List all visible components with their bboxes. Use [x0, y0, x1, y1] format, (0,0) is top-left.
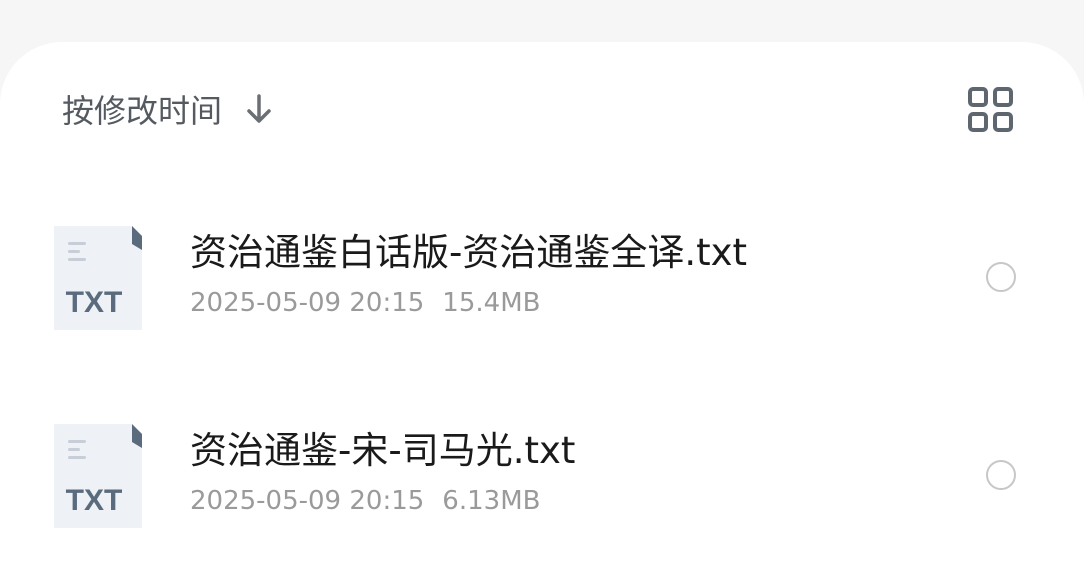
txt-file-icon: TXT — [54, 226, 142, 330]
svg-text:TXT: TXT — [66, 484, 123, 517]
file-name: 资治通鉴-宋-司马光.txt — [190, 429, 576, 472]
file-list-item[interactable]: TXT 资治通鉴-宋-司马光.txt 2025-05-09 20:15 6.13M… — [0, 418, 1084, 538]
file-meta: 2025-05-09 20:15 15.4MB — [190, 288, 540, 318]
txt-file-icon: TXT — [54, 424, 142, 528]
grid-view-icon[interactable] — [966, 86, 1016, 134]
sort-label: 按修改时间 — [62, 92, 223, 130]
file-size: 15.4MB — [442, 288, 541, 318]
sort-by-modified-button[interactable]: 按修改时间 — [62, 86, 274, 132]
file-size: 6.13MB — [442, 486, 541, 516]
select-checkbox[interactable] — [986, 460, 1016, 490]
select-checkbox[interactable] — [986, 262, 1016, 292]
file-modified-time: 2025-05-09 20:15 — [190, 486, 425, 516]
arrow-down-icon — [247, 94, 271, 123]
file-list-item[interactable]: TXT 资治通鉴白话版-资治通鉴全译.txt 2025-05-09 20:15 1… — [0, 220, 1084, 340]
svg-text:TXT: TXT — [66, 286, 123, 319]
file-name: 资治通鉴白话版-资治通鉴全译.txt — [190, 231, 748, 274]
file-modified-time: 2025-05-09 20:15 — [190, 288, 425, 318]
file-meta: 2025-05-09 20:15 6.13MB — [190, 486, 540, 516]
